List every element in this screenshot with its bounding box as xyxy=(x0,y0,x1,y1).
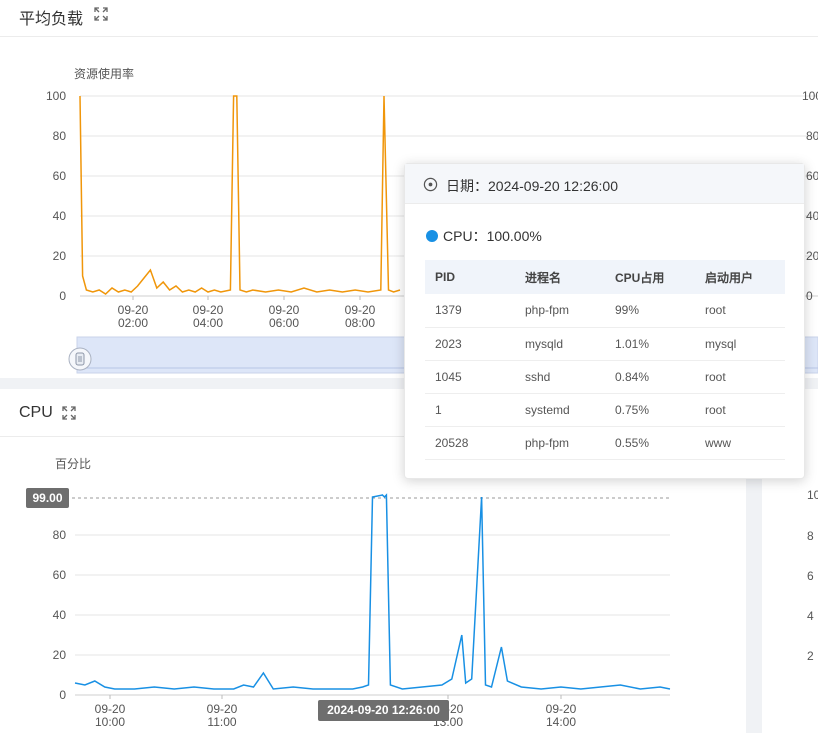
x-tick-time: 06:00 xyxy=(269,316,299,330)
table-row: 2023 mysqld 1.01% mysql xyxy=(425,327,785,361)
expand-icon[interactable] xyxy=(93,6,109,22)
right-y-tick-label: 80 xyxy=(806,129,818,143)
table-row: 1 systemd 0.75% root xyxy=(425,393,785,427)
x-tick-date: 09-20 xyxy=(546,702,577,716)
process-table-header: PID 进程名 CPU占用 启动用户 xyxy=(425,260,785,294)
x-tick-time: 04:00 xyxy=(193,316,223,330)
y-tick-label: 40 xyxy=(53,209,67,223)
svg-text:2: 2 xyxy=(807,649,814,663)
tooltip-date-label: 日期： xyxy=(446,178,488,194)
table-row: 1045 sshd 0.84% root xyxy=(425,360,785,394)
cell-pid: 2023 xyxy=(425,327,515,361)
tooltip-date-value: 2024-09-20 12:26:00 xyxy=(488,178,618,194)
y-tick-label: 80 xyxy=(53,129,67,143)
cell-user: mysql xyxy=(695,327,785,361)
x-tick-date: 09-20 xyxy=(118,303,149,317)
x-tick-date: 09-20 xyxy=(207,702,238,716)
y-tick-label: 20 xyxy=(53,249,67,263)
cell-user: www xyxy=(695,426,785,460)
load-panel-header: 平均负载 xyxy=(0,0,818,37)
right-y-tick-label: 20 xyxy=(806,249,818,263)
right-y-tick-label: 0 xyxy=(806,289,813,303)
col-user: 启动用户 xyxy=(695,260,785,294)
cell-cpu: 1.01% xyxy=(605,327,695,361)
cell-pid: 1045 xyxy=(425,360,515,394)
x-tick-date: 09-20 xyxy=(345,303,376,317)
cell-user: root xyxy=(695,294,785,328)
x-tick-date: 09-20 xyxy=(95,702,126,716)
cell-user: root xyxy=(695,360,785,394)
x-tick-date: 09-20 xyxy=(269,303,300,317)
cell-name: systemd xyxy=(515,393,605,427)
right-y-tick-label: 40 xyxy=(806,209,818,223)
cpu-series-dot-icon xyxy=(426,230,438,242)
cell-pid: 1 xyxy=(425,393,515,427)
cpu-y-axis-label: 百分比 xyxy=(55,457,91,471)
crosshair-y-label: 99.00 xyxy=(26,488,69,508)
load-right-axis-top: 100 xyxy=(802,89,818,103)
y-tick-label: 0 xyxy=(59,289,66,303)
load-panel-title: 平均负载 xyxy=(19,11,84,28)
right-y-tick-label: 60 xyxy=(806,169,818,183)
cell-cpu: 99% xyxy=(605,294,695,328)
load-y-axis-label: 资源使用率 xyxy=(74,66,134,81)
cell-name: php-fpm xyxy=(515,426,605,460)
col-pid: PID xyxy=(425,260,515,294)
svg-text:10: 10 xyxy=(807,488,818,502)
tooltip-date: 日期：2024-09-20 12:26:00 xyxy=(446,176,618,196)
tooltip-cpu-label: CPU： xyxy=(443,228,487,244)
load-series-line xyxy=(79,95,401,295)
process-table: PID 进程名 CPU占用 启动用户 1379 php-fpm 99% root 20… xyxy=(425,260,785,460)
tooltip-cpu: CPU：100.00% xyxy=(426,226,542,246)
y-tick-label: 0 xyxy=(59,688,66,702)
y-tick-label: 40 xyxy=(53,608,67,622)
cell-name: mysqld xyxy=(515,327,605,361)
col-cpu-usage: CPU占用 xyxy=(605,260,695,294)
table-row: 20528 php-fpm 0.55% www xyxy=(425,426,785,460)
expand-icon[interactable] xyxy=(61,405,77,421)
y-tick-label: 60 xyxy=(53,568,67,582)
cpu-panel-title: CPU xyxy=(19,404,53,421)
cell-name: sshd xyxy=(515,360,605,394)
cell-pid: 20528 xyxy=(425,426,515,460)
y-tick-label: 60 xyxy=(53,169,67,183)
x-tick-time: 10:00 xyxy=(95,715,125,729)
cpu-chart[interactable]: 020406080 09-2010:0009-2011:0009-2013:00… xyxy=(0,438,746,733)
y-tick-label: 20 xyxy=(53,648,67,662)
cell-cpu: 0.55% xyxy=(605,426,695,460)
cell-cpu: 0.84% xyxy=(605,360,695,394)
cell-pid: 1379 xyxy=(425,294,515,328)
slider-grip-icon[interactable] xyxy=(68,347,92,371)
process-tooltip: 日期：2024-09-20 12:26:00 CPU：100.00% PID 进… xyxy=(404,163,805,479)
svg-text:8: 8 xyxy=(807,529,814,543)
crosshair-x-label: 2024-09-20 12:26:00 xyxy=(318,700,449,721)
svg-text:6: 6 xyxy=(807,569,814,583)
cell-name: php-fpm xyxy=(515,294,605,328)
table-row: 1379 php-fpm 99% root xyxy=(425,294,785,328)
cell-user: root xyxy=(695,393,785,427)
tooltip-cpu-value: 100.00% xyxy=(486,228,542,244)
cpu-series-line xyxy=(74,493,671,690)
y-tick-label: 80 xyxy=(53,528,67,542)
y-tick-label: 100 xyxy=(46,89,66,103)
x-tick-date: 09-20 xyxy=(193,303,224,317)
cell-cpu: 0.75% xyxy=(605,393,695,427)
col-process-name: 进程名 xyxy=(515,260,605,294)
clock-icon xyxy=(423,177,438,192)
x-tick-time: 11:00 xyxy=(207,715,236,729)
x-tick-time: 02:00 xyxy=(118,316,148,330)
x-tick-time: 08:00 xyxy=(345,316,375,330)
x-tick-time: 14:00 xyxy=(546,715,576,729)
svg-text:4: 4 xyxy=(807,609,814,623)
tooltip-header: 日期：2024-09-20 12:26:00 xyxy=(405,164,804,204)
